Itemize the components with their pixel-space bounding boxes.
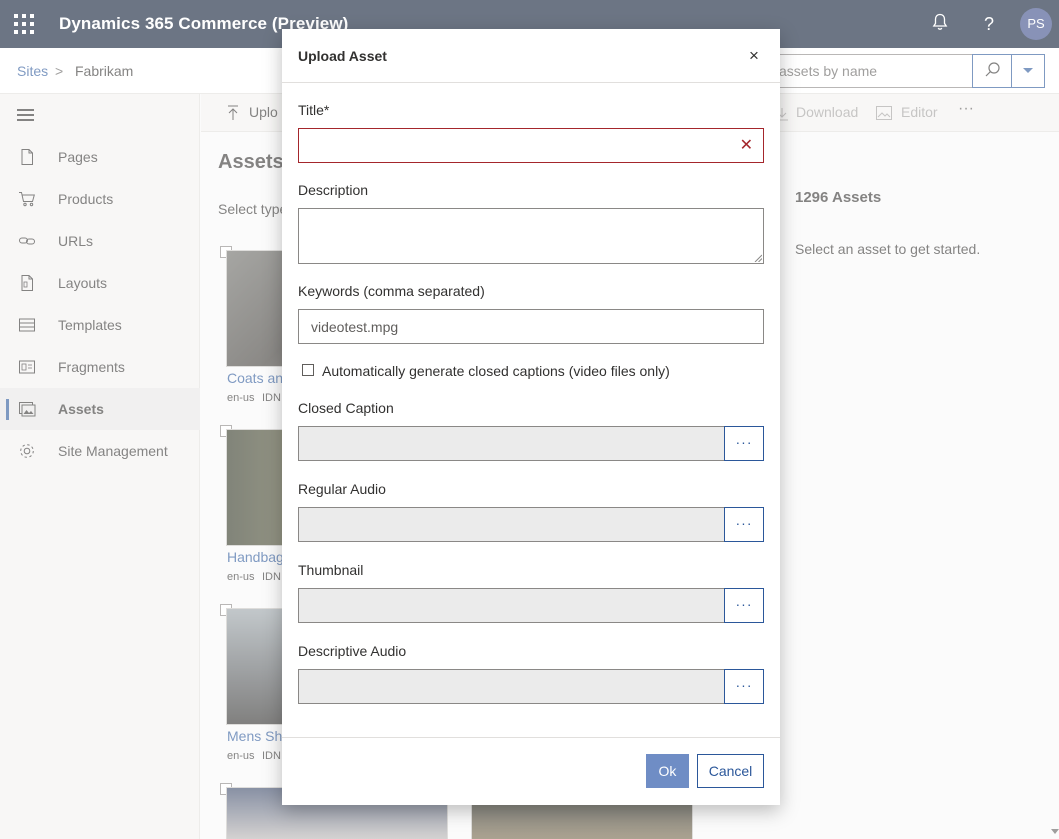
ok-button[interactable]: Ok — [646, 754, 689, 788]
clear-icon[interactable]: ✕ — [740, 135, 753, 155]
closed-caption-field — [298, 426, 725, 461]
closed-caption-browse-button[interactable]: ··· — [724, 426, 764, 461]
thumbnail-label: Thumbnail — [298, 562, 364, 578]
thumbnail-field — [298, 588, 725, 623]
regular-audio-browse-button[interactable]: ··· — [724, 507, 764, 542]
title-input[interactable]: ✕ — [298, 128, 764, 163]
thumbnail-browse-button[interactable]: ··· — [724, 588, 764, 623]
keywords-field[interactable]: videotest.mpg — [298, 309, 764, 344]
auto-captions-label: Automatically generate closed captions (… — [322, 363, 670, 379]
dialog-title: Upload Asset — [298, 48, 387, 64]
title-label: Title* — [298, 102, 330, 118]
cancel-button[interactable]: Cancel — [697, 754, 764, 788]
auto-captions-checkbox[interactable] — [302, 364, 314, 376]
close-icon[interactable]: × — [749, 47, 759, 64]
description-label: Description — [298, 182, 369, 198]
closed-caption-label: Closed Caption — [298, 400, 394, 416]
keywords-label: Keywords (comma separated) — [298, 283, 485, 299]
descriptive-audio-browse-button[interactable]: ··· — [724, 669, 764, 704]
upload-asset-dialog: Upload Asset × Title* ✕ Description Keyw… — [282, 29, 780, 805]
description-field[interactable] — [298, 208, 764, 264]
resize-handle-icon[interactable] — [754, 254, 762, 262]
descriptive-audio-label: Descriptive Audio — [298, 643, 407, 659]
regular-audio-label: Regular Audio — [298, 481, 386, 497]
descriptive-audio-field — [298, 669, 725, 704]
divider — [282, 82, 780, 83]
divider — [282, 737, 780, 738]
regular-audio-field — [298, 507, 725, 542]
